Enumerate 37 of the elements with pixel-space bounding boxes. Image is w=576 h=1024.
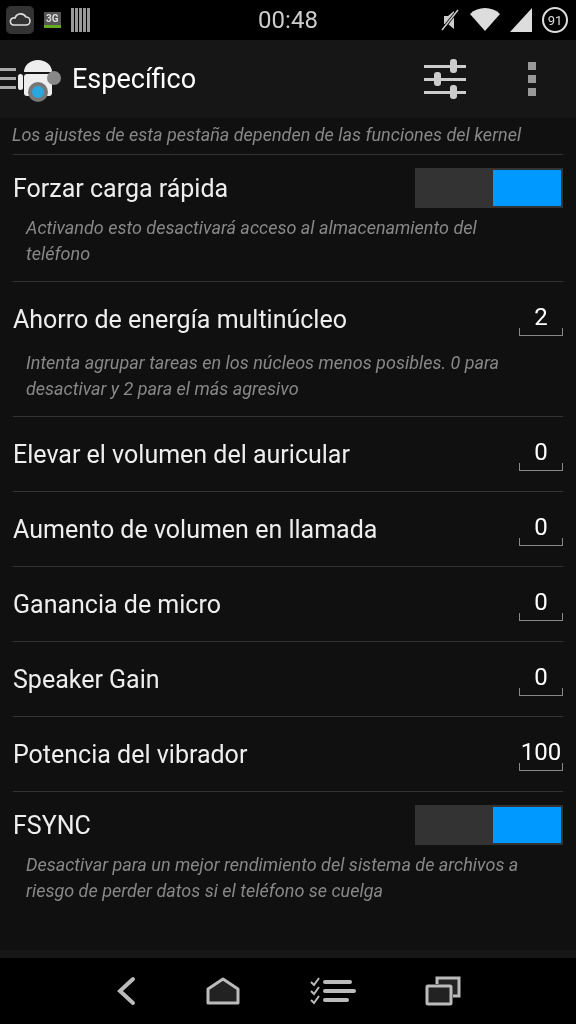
setting-row[interactable]: Speaker Gain 0 [13,641,563,716]
recent-apps-icon[interactable] [425,976,462,1006]
setting-row[interactable]: Potencia del vibrador 100 [13,716,563,791]
intro-note: Los ajustes de esta pestaña dependen de las funciones del kernel [11,123,523,147]
signal-icon [510,8,532,32]
setting-title: Forzar carga rápida [13,173,229,203]
setting-description: Desactivar para un mejor rendimiento del sistema de archivos a riesgo de perder datos si el teléfono se cuelga [25,853,520,903]
setting-row[interactable]: Ganancia de micro 0 [13,566,563,641]
setting-title: Ganancia de micro [13,589,221,619]
setting-row[interactable]: Ahorro de energía multinúcleo 2 Intenta agrupar tareas en los núcleos menos posibles. 0 para desactivar y 2 para el más agresivo [13,281,563,416]
setting-row[interactable]: Elevar el volumen del auricular 0 [13,416,563,491]
cloud-icon [6,6,34,34]
checklist-icon[interactable] [309,977,356,1005]
home-icon[interactable] [206,977,241,1005]
mute-icon [440,8,460,32]
wifi-icon [470,8,500,32]
battery-icon: 91 [542,7,568,33]
menu-icon[interactable] [0,66,16,92]
setting-title: Ahorro de energía multinúcleo [13,304,347,334]
setting-row[interactable]: FSYNC Desactivar para un mejor rendimiento del sistema de archivos a riesgo de perder datos si el teléfono se cuelga [13,791,563,918]
setting-description: Activando esto desactivará acceso al almacenamiento del teléfono [24,216,478,266]
setting-row[interactable]: Forzar carga rápida Activando esto desactivará acceso al almacenamiento del teléfono [13,154,563,281]
sliders-icon[interactable] [424,59,466,99]
toggle-switch[interactable] [415,168,563,208]
setting-title: FSYNC [13,810,91,840]
setting-title: Potencia del vibrador [13,739,248,769]
setting-description: Intenta agrupar tareas en los núcleos menos posibles. 0 para desactivar y 2 para el más agresivo [25,351,501,401]
toggle-switch[interactable] [415,805,563,845]
network-icon: 3G [44,12,61,28]
overflow-menu-icon[interactable] [528,62,536,96]
setting-row[interactable]: Aumento de volumen en llamada 0 [13,491,563,566]
barcode-icon [70,8,91,32]
status-time: 00:48 [258,6,318,34]
setting-title: Elevar el volumen del auricular [13,439,350,469]
setting-title: Speaker Gain [13,664,160,694]
setting-title: Aumento de volumen en llamada [13,514,378,544]
screen-title: Específico [72,63,198,95]
